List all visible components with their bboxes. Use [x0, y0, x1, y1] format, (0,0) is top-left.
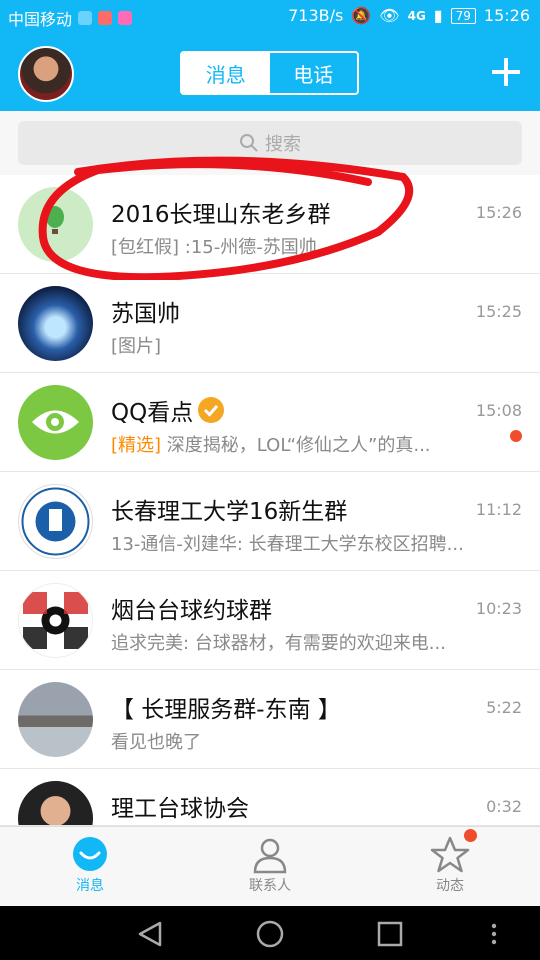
conversation-row[interactable]: 烟台台球约球群 追求完美: 台球器材，有需要的欢迎来电... 10:23: [0, 571, 540, 670]
my-avatar[interactable]: [18, 46, 74, 102]
more-icon[interactable]: [488, 922, 500, 946]
message-notification-icon: [78, 11, 93, 25]
header: 消息 电话: [0, 36, 540, 111]
conversation-time: 15:08: [475, 401, 522, 420]
conversation-time: 15:25: [475, 302, 522, 321]
conversation-preview: 13-通信-刘建华: 长春理工大学东校区招聘...: [111, 534, 464, 555]
conversation-row[interactable]: QQ看点 [精选] 深度揭秘，LOL“修仙之人”的真... 15:08: [0, 373, 540, 472]
balloon-icon: [46, 206, 64, 234]
tab-label: 消息: [76, 878, 104, 894]
conversation-time: 10:23: [475, 599, 522, 618]
conversation-row[interactable]: 2016长理山东老乡群 [包红假] :15-州德-苏国帅 15:26: [0, 175, 540, 274]
group-avatar: [18, 187, 93, 262]
conversation-preview: [图片]: [111, 336, 162, 357]
conversation-name: 苏国帅: [111, 301, 180, 327]
conversation-row[interactable]: 苏国帅 [图片] 15:25: [0, 274, 540, 373]
tab-label: 联系人: [249, 878, 291, 894]
conversation-name: 【 长理服务群-东南 】: [111, 697, 341, 723]
featured-tag: [精选]: [111, 435, 162, 456]
club-avatar: [18, 781, 93, 825]
eight-ball-icon: [23, 592, 88, 649]
tab-messages-bottom[interactable]: 消息: [30, 835, 150, 895]
tab-contacts[interactable]: 联系人: [210, 835, 330, 895]
tieba-notification-icon: [118, 11, 133, 25]
star-icon: [430, 836, 470, 873]
person-icon: [253, 838, 287, 874]
eye-icon: [32, 410, 79, 434]
conversation-time: 5:22: [486, 698, 522, 717]
notification-dot: [464, 829, 477, 842]
system-nav-bar: [0, 906, 540, 960]
conversation-row[interactable]: 长春理工大学16新生群 13-通信-刘建华: 长春理工大学东校区招聘... 11…: [0, 472, 540, 571]
conversation-name: 烟台台球约球群: [111, 598, 272, 624]
conversation-name: QQ看点: [111, 393, 225, 427]
network-type: 4G: [407, 8, 426, 23]
tab-label: 动态: [436, 878, 464, 894]
conversation-name-text: QQ看点: [111, 400, 194, 426]
unread-dot: [510, 430, 522, 442]
tab-moments[interactable]: 动态: [390, 829, 510, 895]
status-bar: 中国移动 713B/s 🔕 👁 4G ▮ 79 15:26: [0, 0, 540, 36]
conversation-row[interactable]: 理工台球协会 0:32: [0, 769, 540, 826]
conversation-preview: [精选] 深度揭秘，LOL“修仙之人”的真...: [111, 431, 511, 457]
bottom-tab-bar: 消息 联系人 动态: [0, 826, 540, 907]
network-speed: 713B/s: [288, 6, 344, 25]
app-notification-icon: [98, 11, 113, 25]
tab-messages[interactable]: 消息: [182, 53, 270, 93]
tab-calls[interactable]: 电话: [270, 53, 358, 93]
message-bubble-icon: [73, 837, 107, 871]
conversation-preview: 追求完美: 台球器材，有需要的欢迎来电...: [111, 633, 446, 654]
clock: 15:26: [483, 6, 530, 25]
conversation-name: 2016长理山东老乡群: [111, 202, 331, 228]
university-logo-avatar: [18, 484, 93, 559]
add-icon[interactable]: [490, 56, 522, 88]
conversation-name: 理工台球协会: [111, 796, 249, 822]
preview-text: 深度揭秘，LOL“修仙之人”的真...: [161, 435, 431, 456]
contact-avatar: [18, 286, 93, 361]
qq-kandian-avatar: [18, 385, 93, 460]
search-area: 搜索: [0, 111, 540, 175]
conversation-time: 0:32: [486, 797, 522, 816]
verified-badge-icon: [198, 397, 225, 423]
search-icon: [240, 134, 258, 152]
conversation-name: 长春理工大学16新生群: [111, 499, 348, 525]
recent-apps-icon[interactable]: [376, 920, 404, 948]
billiards-avatar: [18, 583, 93, 658]
signal-icon: ▮: [433, 6, 443, 25]
eye-comfort-icon: 👁: [379, 6, 400, 25]
search-input[interactable]: 搜索: [18, 121, 522, 165]
conversation-list: 2016长理山东老乡群 [包红假] :15-州德-苏国帅 15:26 苏国帅 […: [0, 175, 540, 826]
conversation-time: 15:26: [475, 203, 522, 222]
conversation-preview: [包红假] :15-州德-苏国帅: [111, 237, 317, 258]
battery-indicator: 79: [450, 7, 476, 24]
landscape-avatar: [18, 682, 93, 757]
search-placeholder: 搜索: [265, 134, 301, 155]
segmented-control: 消息 电话: [180, 51, 359, 95]
conversation-row[interactable]: 【 长理服务群-东南 】 看见也晚了 5:22: [0, 670, 540, 769]
mute-icon: 🔕: [351, 6, 372, 25]
conversation-preview: 看见也晚了: [111, 732, 201, 753]
back-icon[interactable]: [136, 920, 164, 948]
carrier-label: 中国移动: [8, 10, 73, 29]
conversation-time: 11:12: [475, 500, 522, 519]
university-seal-icon: [21, 487, 90, 556]
home-icon[interactable]: [255, 919, 285, 949]
